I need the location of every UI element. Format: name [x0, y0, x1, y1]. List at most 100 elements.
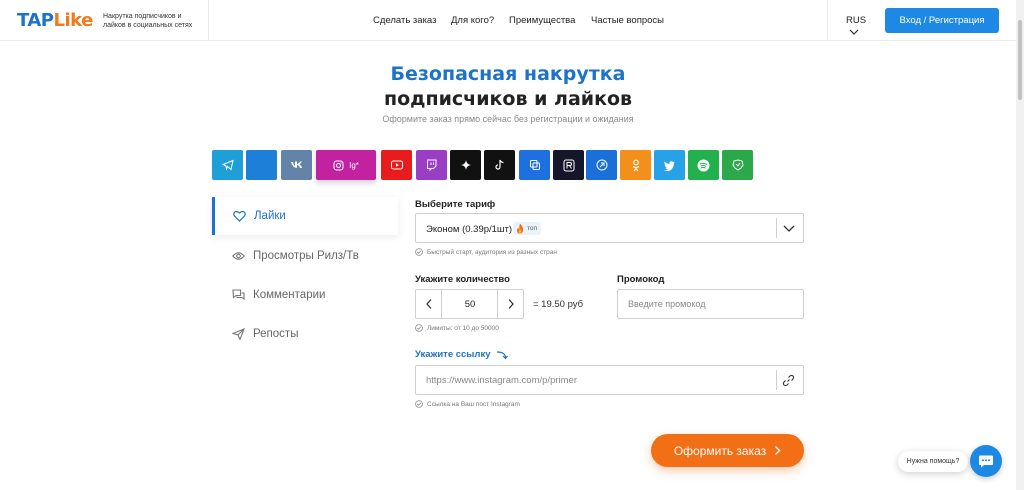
- check-circle-icon: [415, 400, 423, 408]
- link-input[interactable]: [416, 366, 774, 394]
- social-yandex-zen[interactable]: [586, 150, 617, 180]
- tariff-value: Эконом (0.39р/1шт): [426, 224, 513, 235]
- likee-icon: [529, 160, 540, 170]
- tariff-hint-text: Быстрый старт, аудитория из разных стран: [427, 248, 558, 256]
- odnoklassniki-icon: [632, 159, 639, 171]
- sparkle-icon: [460, 160, 471, 170]
- promo-label: Промокод: [617, 274, 665, 285]
- menu-item-label: Лайки: [254, 210, 286, 222]
- youtube-icon: [390, 160, 403, 170]
- chevron-right-icon: [775, 446, 781, 455]
- nav-for-whom[interactable]: Для кого?: [451, 15, 494, 26]
- heart-icon: [233, 210, 246, 222]
- top-badge: топ: [513, 222, 542, 235]
- menu-item-label: Комментарии: [253, 289, 326, 301]
- instagram-tile-label: Ig*: [349, 160, 359, 170]
- top-badge-label: топ: [527, 225, 538, 232]
- increment-button[interactable]: [497, 290, 523, 318]
- tariff-select[interactable]: Эконом (0.39р/1шт) топ: [415, 213, 804, 243]
- menu-item-reposts[interactable]: Репосты: [212, 315, 398, 353]
- link-hint-text: Ссылка на Ваш пост Instagram: [427, 400, 520, 408]
- leaf-icon: [731, 159, 744, 171]
- quantity-hint: Лимиты: от 10 до 50000: [415, 324, 499, 332]
- promo-input[interactable]: [617, 289, 804, 319]
- chevron-down-icon[interactable]: [849, 28, 859, 36]
- logo-like: Like: [53, 10, 94, 31]
- twitch-icon: [427, 159, 437, 171]
- nav-make-order[interactable]: Сделать заказ: [373, 15, 436, 26]
- arrow-down-right-icon: [496, 350, 508, 359]
- chevron-right-icon: [508, 299, 514, 309]
- flame-icon: [517, 223, 524, 234]
- spotify-icon: [697, 159, 710, 171]
- social-threads[interactable]: [450, 150, 481, 180]
- social-telegram[interactable]: [212, 150, 243, 180]
- link-label-text: Укажите ссылку: [415, 349, 491, 360]
- social-facebook[interactable]: [246, 150, 277, 180]
- social-rutube[interactable]: [553, 150, 584, 180]
- logo-tap: TAP: [17, 10, 54, 31]
- menu-item-views[interactable]: Просмотры Рилз/Тв: [212, 237, 398, 275]
- menu-item-label: Репосты: [253, 328, 299, 340]
- instagram-icon: [333, 160, 344, 170]
- link-field[interactable]: [415, 365, 804, 395]
- link-icon[interactable]: [782, 374, 795, 387]
- menu-item-likes[interactable]: Лайки: [212, 197, 398, 235]
- social-tiktok[interactable]: [484, 150, 515, 180]
- nav-faq[interactable]: Частые вопросы: [591, 15, 664, 26]
- scrollbar-thumb[interactable]: [1018, 20, 1022, 100]
- vk-icon: [290, 161, 302, 168]
- chevron-down-icon[interactable]: [782, 224, 796, 233]
- header-divider: [208, 0, 209, 41]
- decrement-button[interactable]: [416, 290, 442, 318]
- check-circle-icon: [415, 324, 423, 332]
- comments-icon: [232, 289, 245, 301]
- quantity-hint-text: Лимиты: от 10 до 50000: [427, 324, 499, 332]
- header: TAPLike Накрутка подписчиков и лайков в …: [0, 0, 1016, 41]
- submit-order-button[interactable]: Оформить заказ: [651, 434, 804, 467]
- quantity-total: = 19.50 руб: [533, 299, 584, 310]
- quantity-label: Укажите количество: [415, 274, 510, 285]
- chat-icon: [979, 455, 993, 467]
- hero-title-line1: Безопасная накрутка: [390, 63, 626, 85]
- select-divider: [776, 218, 777, 238]
- menu-item-comments[interactable]: Комментарии: [212, 276, 398, 314]
- social-instagram[interactable]: Ig*: [316, 150, 376, 180]
- telegram-icon: [221, 159, 234, 171]
- send-icon: [232, 328, 245, 340]
- quantity-input[interactable]: [443, 290, 497, 318]
- eye-icon: [232, 252, 245, 260]
- login-register-button[interactable]: Вход / Регистрация: [885, 8, 999, 33]
- rutube-icon: [563, 159, 574, 171]
- social-vk[interactable]: [281, 150, 312, 180]
- facebook-icon: [256, 159, 268, 171]
- menu-item-label: Просмотры Рилз/Тв: [253, 250, 359, 262]
- tiktok-icon: [495, 159, 504, 170]
- hero-title-line2: подписчиков и лайков: [383, 88, 633, 110]
- social-other[interactable]: [722, 150, 753, 180]
- header-divider: [827, 0, 828, 41]
- tariff-label: Выберите тариф: [415, 199, 496, 210]
- check-circle-icon: [415, 248, 423, 256]
- language-selector[interactable]: RUS: [846, 15, 866, 26]
- nav-advantages[interactable]: Преимущества: [509, 15, 575, 26]
- social-odnoklassniki[interactable]: [620, 150, 651, 180]
- link-hint: Ссылка на Ваш пост Instagram: [415, 400, 520, 408]
- social-twitter[interactable]: [654, 150, 685, 180]
- tagline: Накрутка подписчиков и лайков в социальн…: [103, 13, 193, 29]
- chevron-left-icon: [425, 299, 431, 309]
- logo[interactable]: TAPLike: [17, 10, 93, 31]
- twitter-icon: [663, 160, 675, 171]
- social-youtube[interactable]: [381, 150, 412, 180]
- quantity-stepper[interactable]: [415, 289, 524, 319]
- link-label: Укажите ссылку: [415, 349, 508, 360]
- help-bubble[interactable]: Нужна помощь?: [898, 451, 968, 472]
- submit-order-label: Оформить заказ: [673, 443, 767, 458]
- social-likee[interactable]: [519, 150, 550, 180]
- zen-icon: [596, 159, 607, 171]
- chat-button[interactable]: [970, 445, 1002, 477]
- hero-subtitle: Оформите заказ прямо сейчас без регистра…: [382, 114, 634, 124]
- social-twitch[interactable]: [416, 150, 447, 180]
- social-spotify[interactable]: [688, 150, 719, 180]
- link-divider: [776, 370, 777, 390]
